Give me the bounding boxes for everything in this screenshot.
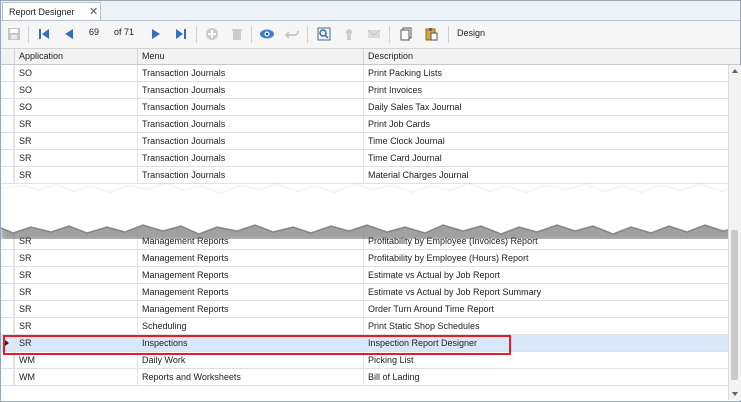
tab-title: Report Designer: [9, 7, 75, 17]
delete-icon[interactable]: [227, 24, 247, 44]
row-indicator[interactable]: [1, 318, 14, 335]
toolbar-separator: [28, 26, 29, 43]
table-row[interactable]: SO Transaction Journals Daily Sales Tax Jo…: [1, 99, 728, 116]
cell-application[interactable]: SR: [14, 116, 137, 133]
row-indicator[interactable]: [1, 267, 14, 284]
preview-eye-icon[interactable]: [257, 24, 277, 44]
cell-application[interactable]: SR: [14, 133, 137, 150]
cell-application[interactable]: WM: [14, 369, 137, 386]
toolbar: 69 of 71 Design: [1, 21, 740, 49]
tab-close-icon[interactable]: ✕: [89, 5, 98, 18]
table-row[interactable]: SR Management Reports Estimate vs Actual b…: [1, 267, 728, 284]
column-header-menu[interactable]: Menu: [137, 49, 363, 64]
cell-application[interactable]: SR: [14, 250, 137, 267]
save-icon[interactable]: [4, 24, 24, 44]
cell-menu[interactable]: Reports and Worksheets: [137, 369, 363, 386]
email-icon[interactable]: [364, 24, 384, 44]
toolbar-separator: [307, 26, 308, 43]
table-row[interactable]: SR Transaction Journals Print Job Cards: [1, 116, 728, 133]
cell-description[interactable]: Print Invoices: [363, 82, 728, 99]
cell-application[interactable]: SO: [14, 99, 137, 116]
cell-application[interactable]: SR: [14, 284, 137, 301]
row-indicator[interactable]: [1, 284, 14, 301]
vertical-scrollbar[interactable]: [728, 65, 741, 400]
row-indicator[interactable]: [1, 116, 14, 133]
cell-menu[interactable]: Transaction Journals: [137, 133, 363, 150]
record-count-label: of 71: [114, 27, 135, 37]
selected-row-highlight-box: [3, 335, 511, 355]
design-button[interactable]: Design: [457, 28, 485, 38]
column-header-application[interactable]: Application: [14, 49, 137, 64]
cell-application[interactable]: SO: [14, 65, 137, 82]
cell-description[interactable]: Print Packing Lists: [363, 65, 728, 82]
scrollbar-thumb[interactable]: [731, 230, 738, 380]
cell-menu[interactable]: Transaction Journals: [137, 99, 363, 116]
cell-description[interactable]: Bill of Lading: [363, 369, 728, 386]
cell-menu[interactable]: Transaction Journals: [137, 150, 363, 167]
row-indicator[interactable]: [1, 65, 14, 82]
filter-icon[interactable]: [339, 24, 359, 44]
cell-description[interactable]: Profitability by Employee (Hours) Report: [363, 250, 728, 267]
copy-icon[interactable]: [396, 24, 416, 44]
report-designer-window: Report Designer ✕ 69 of 71 Design Applic…: [0, 0, 741, 402]
row-indicator[interactable]: [1, 369, 14, 386]
tab-report-designer[interactable]: Report Designer ✕: [2, 2, 101, 20]
cell-application[interactable]: SO: [14, 82, 137, 99]
table-row[interactable]: SR Scheduling Print Static Shop Schedules: [1, 318, 728, 335]
cell-menu[interactable]: Management Reports: [137, 250, 363, 267]
cell-application[interactable]: SR: [14, 318, 137, 335]
table-row[interactable]: SO Transaction Journals Print Invoices: [1, 82, 728, 99]
next-record-icon[interactable]: [146, 24, 166, 44]
toolbar-separator: [251, 26, 252, 43]
row-indicator[interactable]: [1, 99, 14, 116]
row-indicator[interactable]: [1, 301, 14, 318]
table-row[interactable]: SR Management Reports Profitability by Emp…: [1, 250, 728, 267]
cell-description[interactable]: Print Job Cards: [363, 116, 728, 133]
cell-application[interactable]: SR: [14, 267, 137, 284]
table-row[interactable]: SR Transaction Journals Time Card Journal: [1, 150, 728, 167]
cell-menu[interactable]: Management Reports: [137, 301, 363, 318]
document-tab-strip: Report Designer ✕: [1, 1, 740, 21]
cell-description[interactable]: Order Turn Around Time Report: [363, 301, 728, 318]
cell-menu[interactable]: Management Reports: [137, 267, 363, 284]
record-position-input[interactable]: 69: [89, 27, 99, 37]
cell-description[interactable]: Daily Sales Tax Journal: [363, 99, 728, 116]
cell-application[interactable]: SR: [14, 150, 137, 167]
torn-paper-gap: [1, 184, 741, 239]
table-row[interactable]: SR Transaction Journals Time Clock Journal: [1, 133, 728, 150]
row-indicator[interactable]: [1, 250, 14, 267]
cell-menu[interactable]: Transaction Journals: [137, 116, 363, 133]
row-indicator[interactable]: [1, 150, 14, 167]
scroll-down-icon[interactable]: [729, 388, 741, 400]
undo-icon[interactable]: [282, 24, 302, 44]
cell-menu[interactable]: Transaction Journals: [137, 65, 363, 82]
toolbar-separator: [448, 26, 449, 43]
add-record-icon[interactable]: [202, 24, 222, 44]
first-record-icon[interactable]: [34, 24, 54, 44]
cell-menu[interactable]: Transaction Journals: [137, 82, 363, 99]
table-row[interactable]: SO Transaction Journals Print Packing List…: [1, 65, 728, 82]
column-header-description[interactable]: Description: [363, 49, 728, 64]
paste-icon[interactable]: [421, 24, 441, 44]
cell-description[interactable]: Time Card Journal: [363, 150, 728, 167]
table-row[interactable]: SR Management Reports Estimate vs Actual b…: [1, 284, 728, 301]
cell-description[interactable]: Estimate vs Actual by Job Report: [363, 267, 728, 284]
find-icon[interactable]: [314, 24, 334, 44]
previous-record-icon[interactable]: [59, 24, 79, 44]
cell-description[interactable]: Estimate vs Actual by Job Report Summary: [363, 284, 728, 301]
table-row[interactable]: WM Reports and Worksheets Bill of Lading: [1, 369, 728, 386]
cell-description[interactable]: Print Static Shop Schedules: [363, 318, 728, 335]
table-row[interactable]: SR Management Reports Order Turn Around Ti…: [1, 301, 728, 318]
row-indicator[interactable]: [1, 82, 14, 99]
cell-menu[interactable]: Management Reports: [137, 284, 363, 301]
last-record-icon[interactable]: [171, 24, 191, 44]
toolbar-separator: [389, 26, 390, 43]
toolbar-separator: [196, 26, 197, 43]
cell-description[interactable]: Time Clock Journal: [363, 133, 728, 150]
row-indicator[interactable]: [1, 133, 14, 150]
scroll-up-icon[interactable]: [729, 65, 741, 77]
grid-header: Application Menu Description: [1, 49, 740, 65]
cell-application[interactable]: SR: [14, 301, 137, 318]
cell-menu[interactable]: Scheduling: [137, 318, 363, 335]
